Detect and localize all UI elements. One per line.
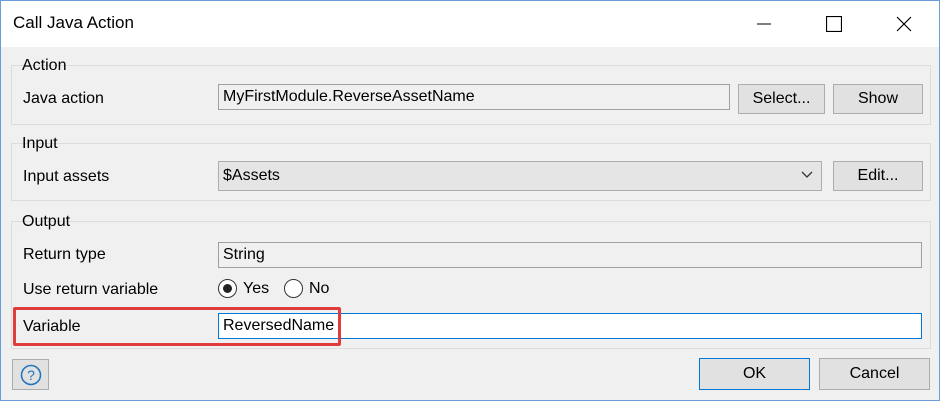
edit-button[interactable]: Edit... [833,161,923,191]
cancel-button[interactable]: Cancel [819,358,930,390]
chevron-down-icon [801,171,813,178]
radio-no[interactable]: No [284,279,329,298]
help-icon: ? [20,364,41,385]
radio-yes[interactable]: Yes [218,279,269,298]
select-button[interactable]: Select... [738,84,825,114]
minimize-button[interactable] [741,1,787,47]
return-type-label: Return type [23,246,106,263]
action-group: Action Java action MyFirstModule.Reverse… [11,57,931,125]
minimize-icon [757,23,771,25]
input-group: Input Input assets $Assets Edit... [11,135,931,201]
output-group: Output Return type String Use return var… [11,213,931,349]
ok-button[interactable]: OK [699,358,810,390]
variable-label: Variable [23,318,81,335]
return-type-field: String [218,242,922,268]
variable-field[interactable]: ReversedName [218,313,922,339]
radio-no-label: No [309,279,330,297]
java-action-field[interactable]: MyFirstModule.ReverseAssetName [218,84,730,110]
dialog-window: Call Java Action Action Java action MyFi… [0,0,940,401]
input-assets-dropdown[interactable]: $Assets [218,161,822,191]
java-action-label: Java action [23,90,104,107]
title-bar: Call Java Action [1,1,939,47]
maximize-icon [826,16,842,32]
radio-no-circle[interactable] [284,279,303,298]
window-title: Call Java Action [13,13,134,32]
input-group-label: Input [22,135,58,152]
output-group-label: Output [22,213,71,230]
close-icon [896,16,912,32]
action-group-label: Action [22,57,67,74]
input-assets-label: Input assets [23,168,110,185]
radio-yes-circle[interactable] [218,279,237,298]
radio-yes-label: Yes [243,279,270,297]
maximize-button[interactable] [811,1,857,47]
svg-text:?: ? [27,367,35,383]
help-button[interactable]: ? [12,359,49,390]
close-button[interactable] [881,1,927,47]
use-return-variable-label: Use return variable [23,281,159,298]
show-button[interactable]: Show [833,84,923,114]
input-assets-value: $Assets [223,167,280,184]
